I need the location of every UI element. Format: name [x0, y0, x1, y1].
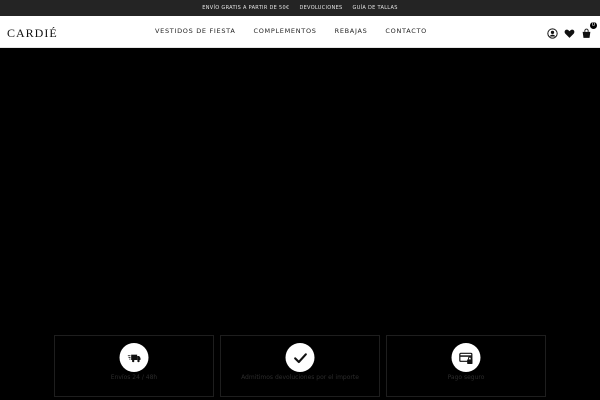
- user-icon[interactable]: [547, 26, 558, 39]
- feature-returns-text: Admitimos devoluciones por el importe: [241, 374, 359, 381]
- nav-complementos[interactable]: COMPLEMENTOS: [254, 27, 317, 35]
- nav-vestidos-de-fiesta[interactable]: VESTIDOS DE FIESTA: [155, 27, 235, 35]
- feature-shipping-text: Envíos 24 / 48h: [110, 374, 158, 381]
- check-icon: [285, 343, 315, 372]
- nav-rebajas[interactable]: REBAJAS: [335, 27, 368, 35]
- delivery-truck-icon: [119, 343, 149, 372]
- feature-payment-text: Pago seguro: [447, 374, 485, 381]
- free-shipping-link[interactable]: Envío gratis a partir de 50€: [202, 5, 289, 11]
- cart-icon[interactable]: 0: [581, 22, 597, 38]
- size-guide-link[interactable]: Guía de tallas: [353, 5, 398, 11]
- site-header: CARDIÉ VESTIDOS DE FIESTA COMPLEMENTOS R…: [0, 16, 600, 48]
- features-row: Envíos 24 / 48h Admitimos devoluciones p…: [54, 335, 546, 397]
- returns-link[interactable]: Devoluciones: [299, 5, 342, 11]
- heart-icon[interactable]: [564, 26, 575, 38]
- main-nav: VESTIDOS DE FIESTA COMPLEMENTOS REBAJAS …: [0, 27, 600, 35]
- feature-payment: Pago seguro: [386, 335, 546, 397]
- feature-returns: Admitimos devoluciones por el importe: [220, 335, 380, 397]
- secure-payment-icon: [451, 343, 481, 372]
- feature-shipping: Envíos 24 / 48h: [54, 335, 214, 397]
- announcement-bar: Envío gratis a partir de 50€ Devolucione…: [0, 0, 600, 16]
- header-icons: 0: [547, 22, 597, 39]
- nav-contacto[interactable]: CONTACTO: [385, 27, 427, 35]
- cart-count-badge: 0: [590, 22, 597, 29]
